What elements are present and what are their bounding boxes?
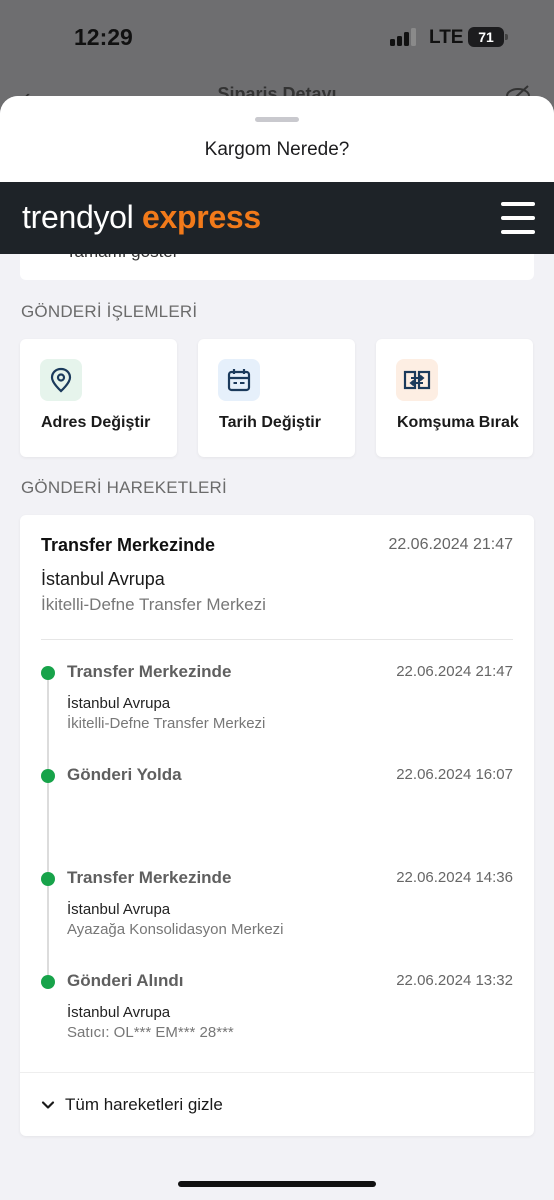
hide-all-movements-label: Tüm hareketleri gizle [65, 1095, 223, 1114]
chevron-up-icon: ⌃ [40, 254, 53, 260]
current-status: Transfer Merkezinde [41, 535, 216, 555]
logo-word-trendyol: trendyol [22, 199, 134, 235]
timeline-dot-icon [41, 769, 55, 783]
event-status: Gönderi Alındı [67, 971, 184, 990]
change-date-label: Tarih Değiştir [219, 414, 321, 431]
home-indicator[interactable] [178, 1181, 376, 1187]
timeline-event: Gönderi Yolda 22.06.2024 16:07 [20, 765, 534, 845]
current-datetime: 22.06.2024 21:47 [388, 536, 513, 553]
event-datetime: 22.06.2024 14:36 [396, 869, 513, 886]
event-place: Ayazağa Konsolidasyon Merkezi [67, 921, 284, 938]
actions-section-title: GÖNDERİ İŞLEMLERİ [21, 302, 198, 321]
scroll-content[interactable]: ⌃ Tamamı göster GÖNDERİ İŞLEMLERİ Adres … [0, 254, 554, 1200]
brand-header: trendyol express [0, 182, 554, 254]
collapsed-card[interactable]: ⌃ Tamamı göster [20, 254, 534, 280]
event-datetime: 22.06.2024 13:32 [396, 972, 513, 989]
event-city: İstanbul Avrupa [67, 901, 171, 918]
divider [20, 1072, 534, 1073]
event-place: İkitelli-Defne Transfer Merkezi [67, 715, 266, 732]
shipment-movements-card: Transfer Merkezinde 22.06.2024 21:47 İst… [20, 515, 534, 1136]
timeline-dot-icon [41, 666, 55, 680]
timeline-event: Transfer Merkezinde 22.06.2024 21:47 İst… [20, 662, 534, 742]
change-date-button[interactable]: Tarih Değiştir [198, 339, 355, 457]
change-address-button[interactable]: Adres Değiştir [20, 339, 177, 457]
timeline-dot-icon [41, 872, 55, 886]
logo-word-express: express [133, 199, 261, 235]
sheet-title: Kargom Nerede? [204, 139, 350, 160]
event-datetime: 22.06.2024 16:07 [396, 766, 513, 783]
hamburger-menu-icon[interactable] [501, 202, 535, 234]
leave-with-neighbor-button[interactable]: Komşuma Bırak [376, 339, 533, 457]
chevron-down-icon [41, 1101, 55, 1109]
timeline-dot-icon [41, 975, 55, 989]
bottom-sheet: Kargom Nerede? trendyol express ⌃ Tamamı… [0, 96, 554, 1200]
current-place: İkitelli-Defne Transfer Merkezi [41, 595, 266, 614]
event-status: Transfer Merkezinde [67, 868, 232, 887]
timeline-event: Gönderi Alındı 22.06.2024 13:32 İstanbul… [20, 971, 534, 1051]
divider [41, 639, 513, 640]
status-time: 12:29 [74, 24, 133, 50]
leave-with-neighbor-label: Komşuma Bırak [397, 414, 519, 431]
event-status: Transfer Merkezinde [67, 662, 232, 681]
movements-section-title: GÖNDERİ HAREKETLERİ [21, 478, 227, 497]
timeline-event: Transfer Merkezinde 22.06.2024 14:36 İst… [20, 868, 534, 948]
event-city: İstanbul Avrupa [67, 1004, 171, 1021]
location-pin-icon [40, 359, 82, 401]
event-datetime: 22.06.2024 21:47 [396, 663, 513, 680]
calendar-icon [218, 359, 260, 401]
handoff-icon [396, 359, 438, 401]
event-status: Gönderi Yolda [67, 765, 182, 784]
battery-icon: 71 [468, 27, 508, 47]
signal-strength-icon [390, 28, 420, 46]
trendyol-express-logo: trendyol express [22, 199, 261, 236]
change-address-label: Adres Değiştir [41, 414, 151, 431]
event-city: İstanbul Avrupa [67, 695, 171, 712]
sheet-grabber[interactable] [255, 117, 299, 122]
show-all-link[interactable]: Tamamı göster [66, 254, 178, 262]
current-city: İstanbul Avrupa [41, 569, 165, 589]
battery-level: 71 [468, 27, 504, 47]
hide-all-movements-button[interactable]: Tüm hareketleri gizle [40, 1091, 223, 1119]
sheet-header: Kargom Nerede? [0, 96, 554, 182]
event-place: Satıcı: OL*** EM*** 28*** [67, 1024, 234, 1041]
network-type: LTE [429, 27, 464, 48]
status-bar: 12:29 LTE 71 [0, 0, 554, 70]
